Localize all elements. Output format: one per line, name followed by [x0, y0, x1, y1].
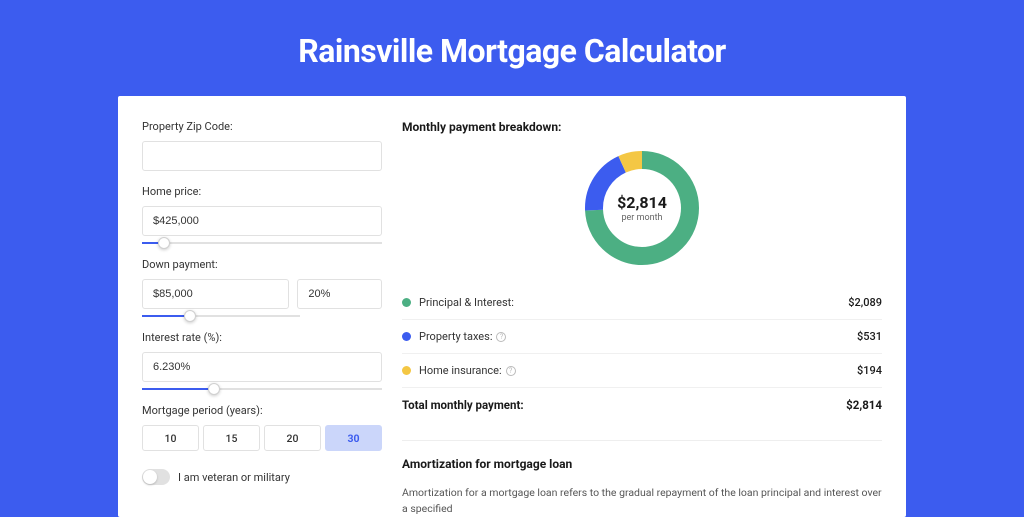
down-payment-pct-input[interactable] [297, 279, 382, 309]
legend-label: Property taxes: ? [419, 330, 857, 343]
legend-row-taxes: Property taxes: ? $531 [402, 320, 882, 354]
legend-dot-icon [402, 366, 411, 375]
period-btn-30[interactable]: 30 [325, 425, 382, 451]
donut-chart: $2,814 per month [582, 148, 702, 268]
form-column: Property Zip Code: Home price: Down paym… [142, 120, 382, 517]
total-value: $2,814 [846, 398, 882, 412]
info-icon[interactable]: ? [496, 332, 506, 342]
legend-label: Home insurance: ? [419, 364, 857, 377]
down-payment-label: Down payment: [142, 258, 382, 271]
veteran-toggle[interactable] [142, 469, 170, 485]
toggle-knob [143, 470, 157, 484]
interest-input[interactable] [142, 352, 382, 382]
total-row: Total monthly payment: $2,814 [402, 388, 882, 422]
donut-sub: per month [617, 213, 667, 223]
breakdown-column: Monthly payment breakdown: $2,814 per mo… [402, 120, 882, 517]
zip-input[interactable] [142, 141, 382, 171]
period-label: Mortgage period (years): [142, 404, 382, 417]
donut-amount: $2,814 [617, 193, 667, 212]
legend-row-principal: Principal & Interest: $2,089 [402, 286, 882, 320]
breakdown-title: Monthly payment breakdown: [402, 120, 882, 134]
legend-value: $531 [857, 330, 882, 343]
legend-dot-icon [402, 332, 411, 341]
legend-label: Principal & Interest: [419, 296, 848, 309]
info-icon[interactable]: ? [506, 366, 516, 376]
total-label: Total monthly payment: [402, 398, 524, 412]
page-title: Rainsville Mortgage Calculator [0, 0, 1024, 96]
legend-value: $194 [857, 364, 882, 377]
slider-thumb[interactable] [208, 383, 220, 395]
down-payment-slider[interactable] [142, 315, 300, 317]
amortization-title: Amortization for mortgage loan [402, 457, 882, 471]
interest-label: Interest rate (%): [142, 331, 382, 344]
legend-value: $2,089 [848, 296, 882, 309]
veteran-label: I am veteran or military [178, 471, 290, 484]
interest-slider[interactable] [142, 388, 382, 390]
slider-thumb[interactable] [184, 310, 196, 322]
amortization-section: Amortization for mortgage loan Amortizat… [402, 440, 882, 517]
period-btn-15[interactable]: 15 [203, 425, 260, 451]
home-price-slider[interactable] [142, 242, 382, 244]
period-btn-10[interactable]: 10 [142, 425, 199, 451]
legend-row-insurance: Home insurance: ? $194 [402, 354, 882, 388]
home-price-input[interactable] [142, 206, 382, 236]
period-buttons: 10 15 20 30 [142, 425, 382, 451]
period-btn-20[interactable]: 20 [264, 425, 321, 451]
zip-label: Property Zip Code: [142, 120, 382, 133]
down-payment-input[interactable] [142, 279, 289, 309]
calculator-card: Property Zip Code: Home price: Down paym… [118, 96, 906, 517]
legend-dot-icon [402, 298, 411, 307]
home-price-label: Home price: [142, 185, 382, 198]
slider-thumb[interactable] [158, 237, 170, 249]
